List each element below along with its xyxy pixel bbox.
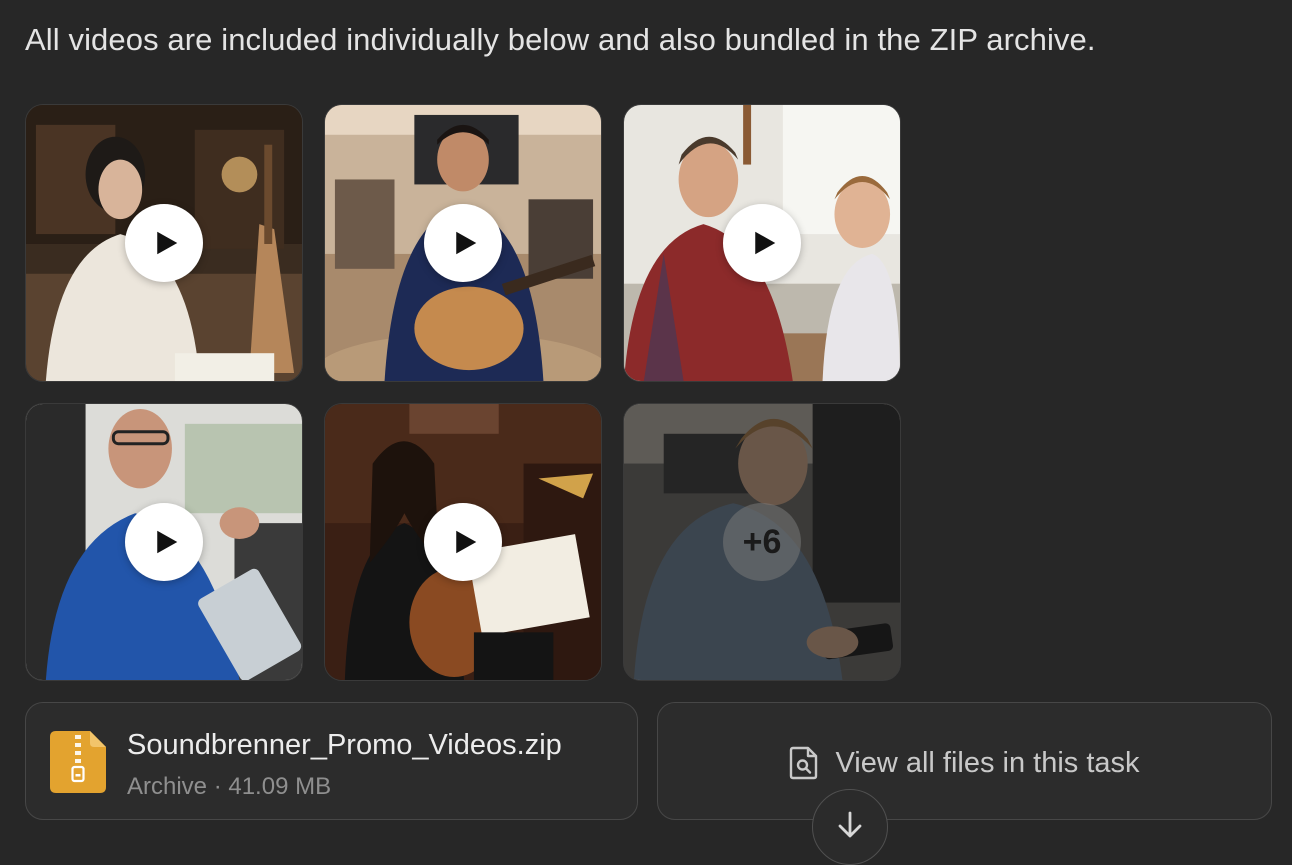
view-all-files-button[interactable]: View all files in this task [657, 702, 1272, 820]
arrow-down-icon [838, 811, 862, 838]
video-thumbnail-2[interactable] [324, 104, 602, 382]
play-button[interactable] [424, 503, 502, 581]
play-button[interactable] [424, 204, 502, 282]
play-icon [157, 530, 178, 554]
play-button[interactable] [125, 204, 203, 282]
scroll-to-bottom-button[interactable] [812, 789, 888, 865]
play-button[interactable] [125, 503, 203, 581]
intro-text: All videos are included individually bel… [25, 22, 1096, 57]
file-search-icon [790, 746, 818, 780]
play-icon [456, 530, 477, 554]
view-all-files-label: View all files in this task [835, 746, 1140, 779]
play-icon [456, 231, 477, 255]
video-thumbnail-3[interactable] [623, 104, 901, 382]
play-button[interactable] [723, 204, 801, 282]
play-icon [157, 231, 178, 255]
more-videos-thumbnail[interactable]: +6 [623, 403, 901, 681]
video-thumbnail-4[interactable] [25, 403, 303, 681]
zip-attachment-card[interactable]: Soundbrenner_Promo_Videos.zip Archive · … [25, 702, 638, 820]
play-icon [755, 231, 776, 255]
file-meta: Archive · 41.09 MB [127, 773, 332, 800]
video-grid: +6 [25, 104, 901, 681]
video-thumbnail-5[interactable] [324, 403, 602, 681]
zip-file-icon [50, 731, 106, 793]
more-videos-count: +6 [723, 503, 801, 581]
file-name: Soundbrenner_Promo_Videos.zip [127, 729, 562, 761]
video-thumbnail-1[interactable] [25, 104, 303, 382]
